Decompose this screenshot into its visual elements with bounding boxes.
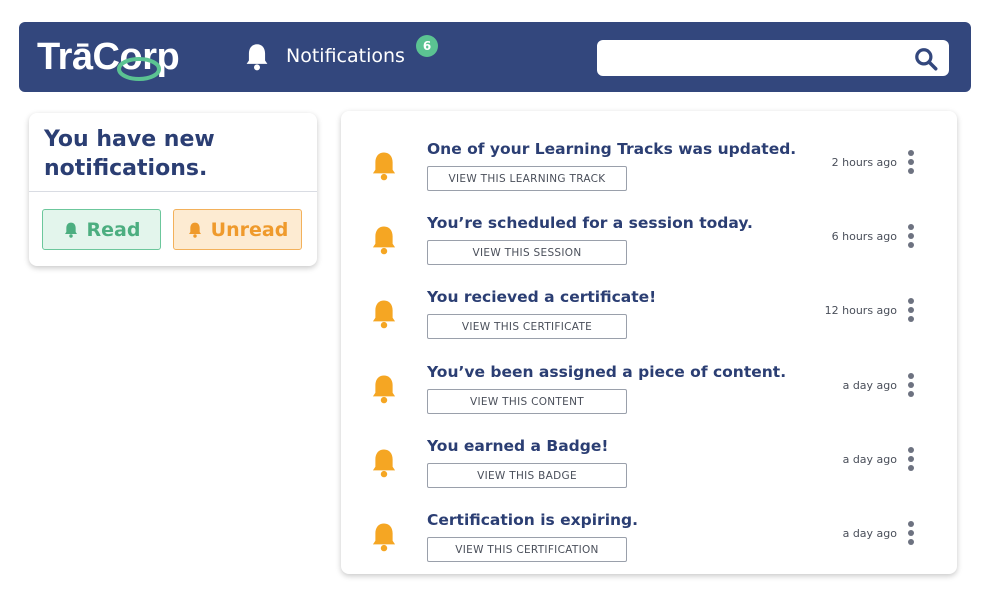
read-label: Read [86, 218, 141, 241]
notification-title: One of your Learning Tracks was updated. [427, 140, 797, 158]
bell-icon [372, 152, 396, 181]
summary-heading: You have new notifications. [44, 127, 215, 181]
more-vertical-icon[interactable] [907, 224, 915, 250]
bell-icon [372, 300, 396, 329]
bell-icon [372, 226, 396, 255]
logo-ring-icon [117, 57, 161, 81]
more-vertical-icon[interactable] [907, 373, 915, 399]
notification-title: You’re scheduled for a session today. [427, 214, 753, 232]
notification-title: You’ve been assigned a piece of content. [427, 363, 787, 381]
notification-title: You recieved a certificate! [427, 288, 657, 306]
search-icon[interactable] [913, 46, 939, 72]
notification-time: 2 hours ago [831, 156, 897, 169]
bell-icon[interactable] [243, 42, 271, 72]
view-content-button[interactable]: VIEW THIS CONTENT [427, 389, 627, 414]
bell-icon [188, 222, 201, 238]
tracorp-logo[interactable]: TrāCorp [37, 34, 197, 81]
bell-icon [64, 222, 77, 238]
search-box [597, 40, 949, 76]
notifications-nav-label[interactable]: Notifications [286, 45, 405, 67]
more-vertical-icon[interactable] [907, 447, 915, 473]
notification-item: You earned a Badge! VIEW THIS BADGE a da… [341, 419, 957, 493]
notification-time: a day ago [842, 379, 897, 392]
view-session-button[interactable]: VIEW THIS SESSION [427, 240, 627, 265]
notification-item: Certification is expiring. VIEW THIS CER… [341, 493, 957, 567]
notification-item: You’re scheduled for a session today. VI… [341, 196, 957, 270]
notification-count-badge: 6 [416, 35, 438, 57]
top-nav-bar: TrāCorp Notifications 6 [19, 22, 971, 92]
view-certification-button[interactable]: VIEW THIS CERTIFICATION [427, 537, 627, 562]
notification-title: Certification is expiring. [427, 511, 639, 529]
bell-icon [372, 375, 396, 404]
divider [29, 191, 317, 192]
notification-item: You recieved a certificate! VIEW THIS CE… [341, 270, 957, 344]
notification-title: You earned a Badge! [427, 437, 609, 455]
notification-list: One of your Learning Tracks was updated.… [341, 111, 957, 574]
more-vertical-icon[interactable] [907, 298, 915, 324]
unread-label: Unread [210, 218, 289, 241]
view-certificate-button[interactable]: VIEW THIS CERTIFICATE [427, 314, 627, 339]
notification-time: a day ago [842, 453, 897, 466]
more-vertical-icon[interactable] [907, 150, 915, 176]
unread-filter-button[interactable]: Unread [173, 209, 302, 250]
view-badge-button[interactable]: VIEW THIS BADGE [427, 463, 627, 488]
bell-icon [372, 523, 396, 552]
view-learning-track-button[interactable]: VIEW THIS LEARNING TRACK [427, 166, 627, 191]
read-filter-button[interactable]: Read [42, 209, 161, 250]
search-input[interactable] [607, 46, 897, 70]
notification-summary-card: You have new notifications. Read Unread [29, 113, 317, 266]
notification-item: You’ve been assigned a piece of content.… [341, 345, 957, 419]
notification-time: 6 hours ago [831, 230, 897, 243]
more-vertical-icon[interactable] [907, 521, 915, 547]
notification-time: 12 hours ago [824, 304, 897, 317]
bell-icon [372, 449, 396, 478]
notification-item: One of your Learning Tracks was updated.… [341, 122, 957, 196]
notification-time: a day ago [842, 527, 897, 540]
